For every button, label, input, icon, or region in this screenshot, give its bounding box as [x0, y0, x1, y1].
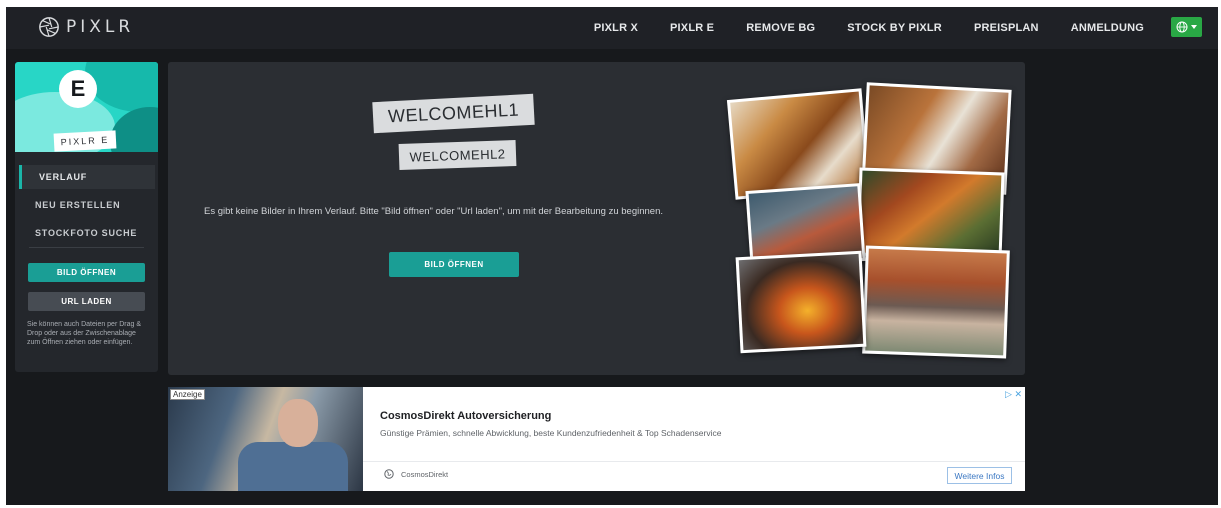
pixlr-e-icon: E [59, 70, 97, 108]
open-image-button[interactable]: BILD ÖFFNEN [28, 263, 145, 282]
divider [29, 247, 144, 248]
main-open-image-button[interactable]: BILD ÖFFNEN [389, 252, 519, 277]
drag-drop-note: Sie können auch Dateien per Drag & Drop … [27, 321, 142, 346]
ad-image[interactable]: Anzeige [168, 387, 363, 491]
globe-icon [1176, 21, 1188, 33]
nav-links: PIXLR X PIXLR E REMOVE BG STOCK BY PIXLR… [578, 7, 1160, 49]
ad-choices-icon[interactable]: ▷ ✕ [1005, 389, 1022, 400]
nav-stock[interactable]: STOCK BY PIXLR [831, 22, 958, 34]
ad-description: Günstige Prämien, schnelle Abwicklung, b… [380, 428, 722, 438]
sidebar-item-stock-search[interactable]: STOCKFOTO SUCHE [15, 221, 158, 245]
app-name-badge: PIXLR E [53, 130, 117, 152]
nav-pixlr-e[interactable]: PIXLR E [654, 22, 730, 34]
load-url-button[interactable]: URL LADEN [28, 292, 145, 311]
welcome-heading-2: WELCOMEHL2 [398, 139, 517, 171]
ad-more-info-button[interactable]: Weitere Infos [947, 467, 1012, 484]
language-button[interactable] [1171, 17, 1202, 37]
top-navigation: PIXLR PIXLR X PIXLR E REMOVE BG STOCK BY… [6, 7, 1218, 49]
sidebar: E PIXLR E VERLAUF NEU ERSTELLEN STOCKFOT… [15, 62, 158, 372]
nav-pixlr-x[interactable]: PIXLR X [578, 22, 654, 34]
sidebar-menu: VERLAUF NEU ERSTELLEN STOCKFOTO SUCHE [15, 165, 158, 245]
ad-divider [363, 461, 1025, 462]
welcome-heading-1: WELCOMEHL1 [372, 93, 535, 134]
pixlr-logo[interactable]: PIXLR [38, 16, 134, 38]
nav-login[interactable]: ANMELDUNG [1055, 22, 1160, 34]
app-frame: PIXLR PIXLR X PIXLR E REMOVE BG STOCK BY… [6, 7, 1218, 505]
app-header-graphic: E PIXLR E [15, 62, 158, 152]
sidebar-item-create-new[interactable]: NEU ERSTELLEN [15, 193, 158, 217]
empty-history-message: Es gibt keine Bilder in Ihrem Verlauf. B… [204, 206, 664, 217]
ad-source: CosmosDirekt [401, 470, 449, 479]
collage-photo-oven [735, 250, 867, 354]
aperture-icon [39, 17, 59, 37]
collage-photo-bench-tree [862, 245, 1010, 359]
history-panel: WELCOMEHL1 WELCOMEHL2 Es gibt keine Bild… [168, 62, 1025, 375]
nav-remove-bg[interactable]: REMOVE BG [730, 22, 831, 34]
advertisement[interactable]: Anzeige CosmosDirekt Autoversicherung Gü… [168, 387, 1025, 491]
nav-pricing[interactable]: PREISPLAN [958, 22, 1055, 34]
ad-label: Anzeige [170, 389, 205, 400]
logo-text: PIXLR [66, 17, 135, 37]
globe-icon [384, 469, 394, 479]
chevron-down-icon [1191, 25, 1197, 29]
sidebar-item-history[interactable]: VERLAUF [19, 165, 155, 189]
ad-title[interactable]: CosmosDirekt Autoversicherung [380, 410, 551, 422]
